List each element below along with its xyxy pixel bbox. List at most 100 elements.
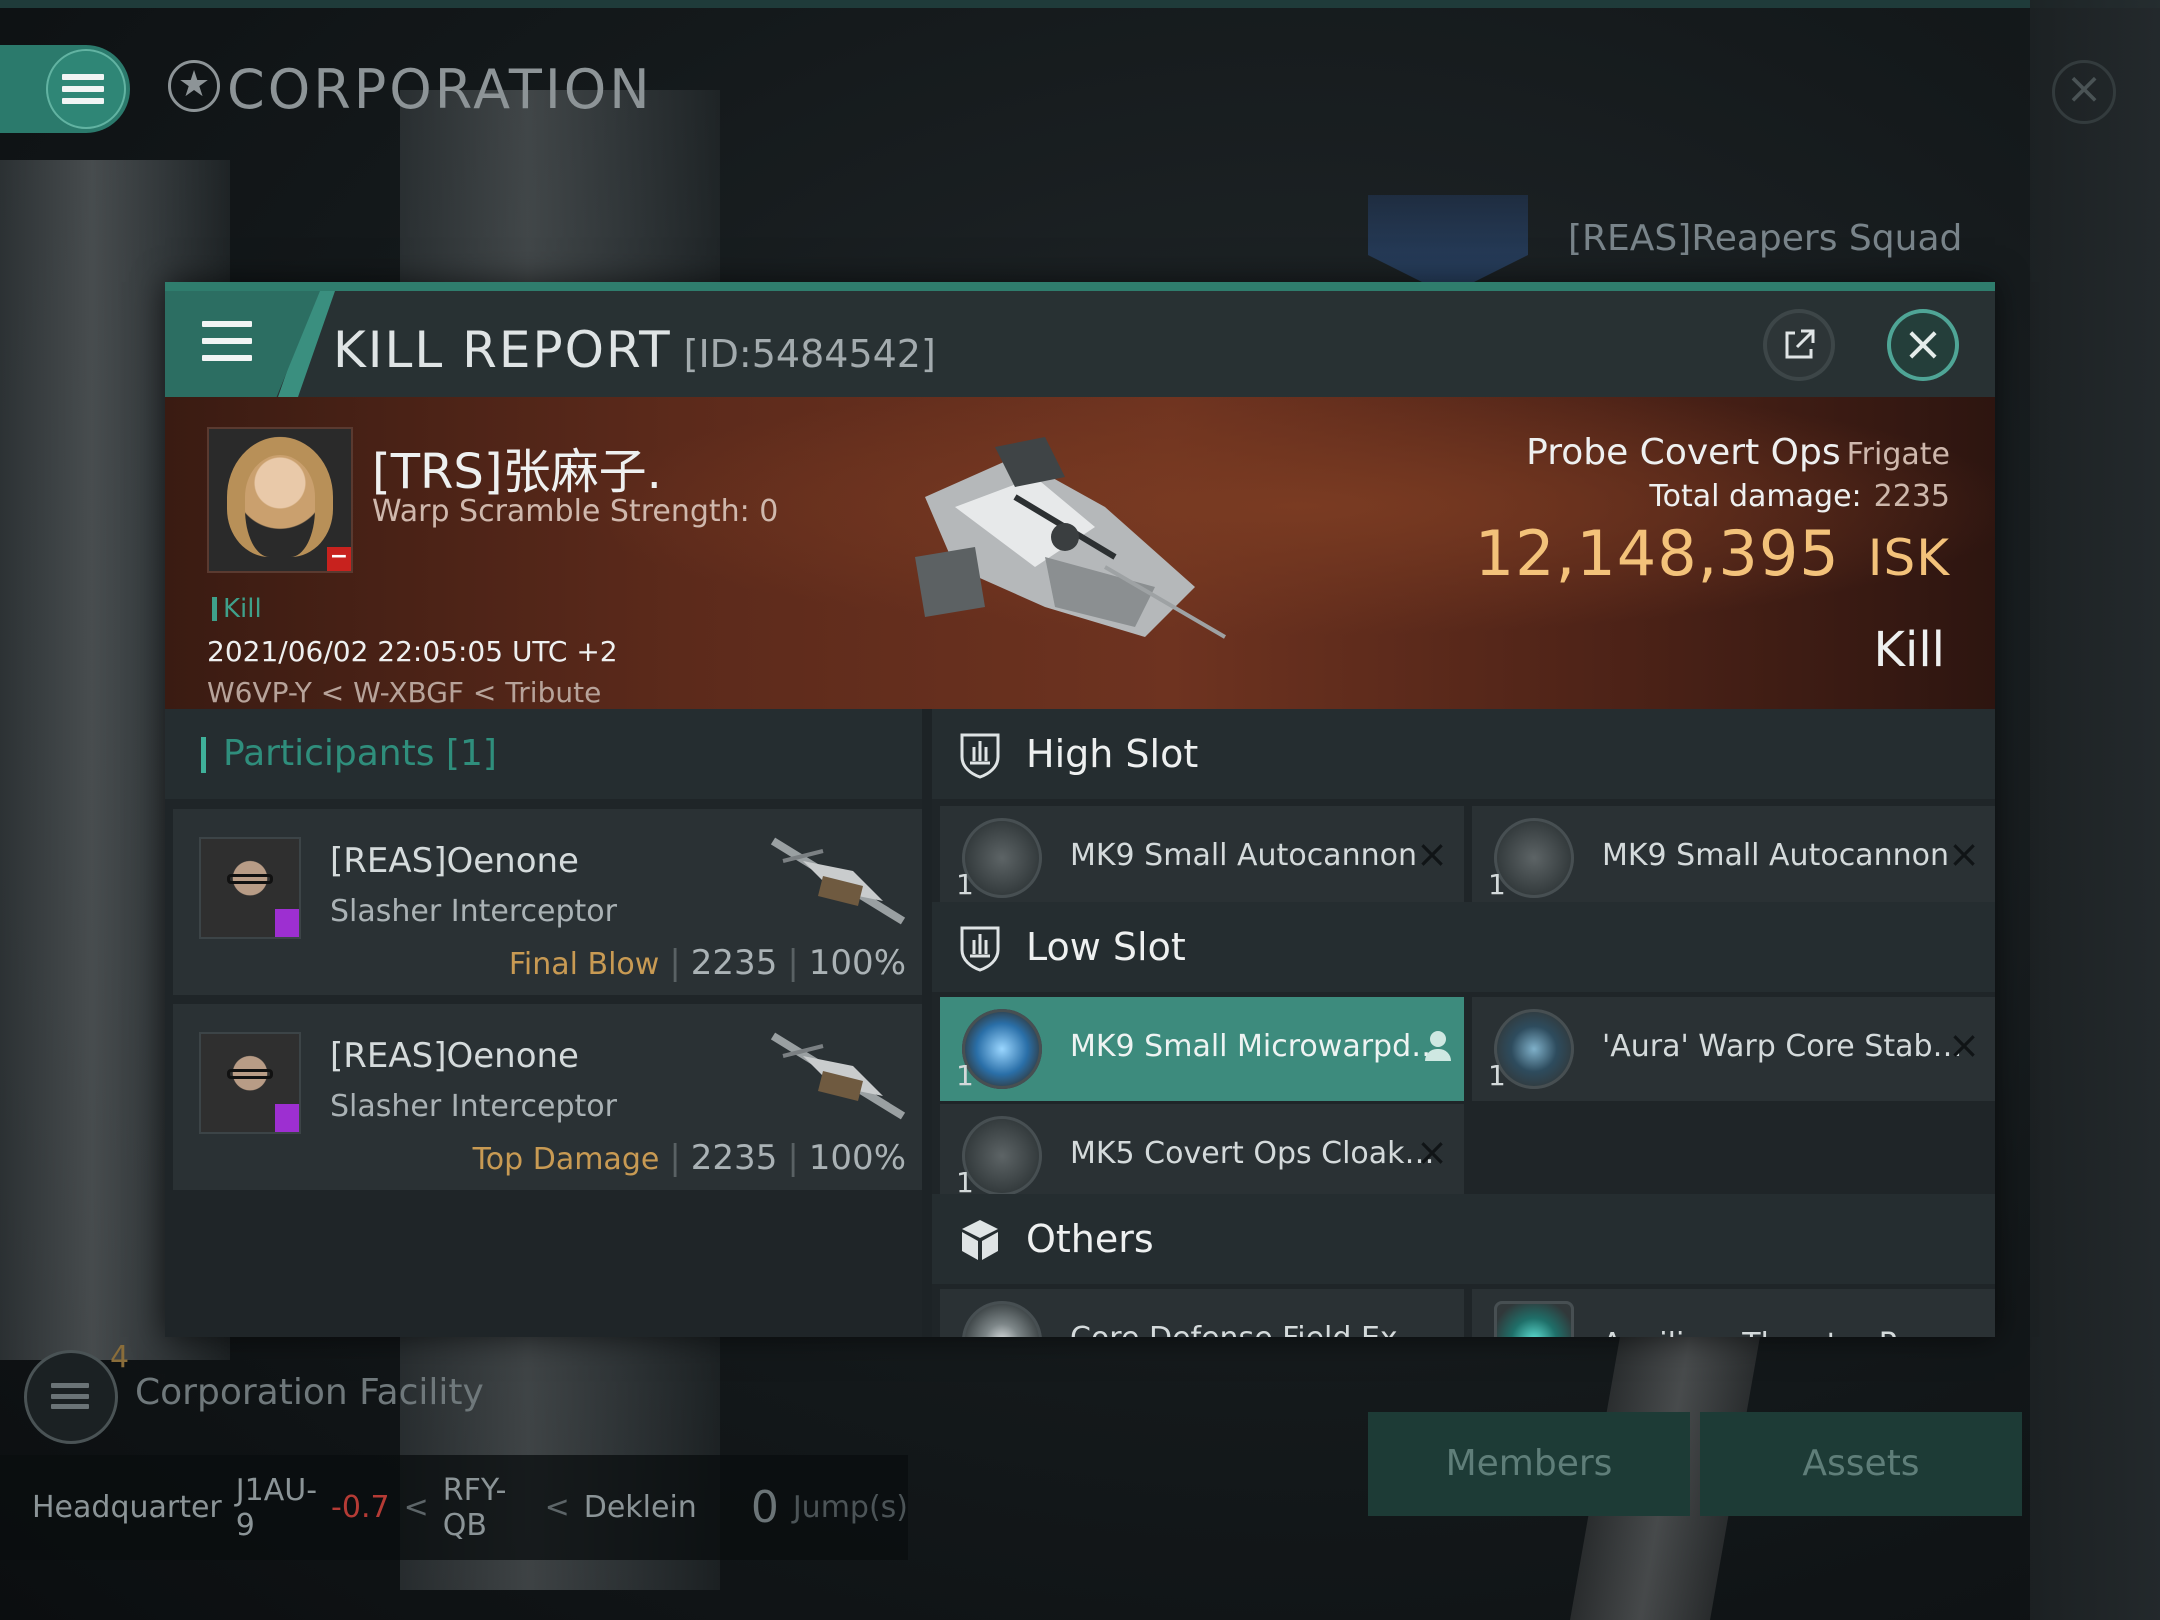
module-slot[interactable]: 1 Auxiliary Thruster Prototype	[1472, 1289, 1995, 1337]
warp-core-stabilizer-icon	[1494, 1009, 1574, 1089]
participant-portrait[interactable]	[199, 837, 301, 939]
module-slot[interactable]: 1 MK9 Small Autocannon ×	[940, 806, 1464, 910]
top-bar	[0, 0, 2160, 8]
hq-constellation: RFY-QB	[442, 1472, 507, 1543]
isk-value: 12,148,395 ISK	[1474, 517, 1950, 590]
kill-result: Kill	[1873, 622, 1945, 678]
module-qty: 1	[1488, 1059, 1506, 1092]
participant-damage: 2235	[690, 943, 778, 983]
module-name: 'Aura' Warp Core Stabilizer	[1602, 1029, 1967, 1064]
participant-percent: 100%	[808, 1138, 906, 1178]
module-slot[interactable]: 1 MK9 Small Autocannon ×	[1472, 806, 1995, 910]
high-slot-header: High Slot	[932, 709, 1995, 799]
destroyed-x-icon: ×	[1948, 832, 1980, 876]
participant-ship: Slasher Interceptor	[330, 894, 617, 929]
module-name: MK9 Small Microwarpdrive	[1070, 1029, 1450, 1064]
participant-row[interactable]: [REAS]Oenone Slasher Interceptor Top Dam…	[173, 1004, 922, 1190]
warp-scramble-strength: Warp Scramble Strength: 0	[372, 494, 779, 529]
victim-portrait[interactable]: −	[207, 427, 353, 573]
module-name: MK9 Small Autocannon	[1070, 838, 1417, 873]
corp-menu-button[interactable]	[0, 45, 130, 133]
hq-jumps-label: Jump(s)	[792, 1490, 908, 1525]
participant-ship-image	[770, 1032, 906, 1120]
kill-location[interactable]: W6VP-Y < W-XBGF < Tribute	[207, 676, 601, 709]
participant-percent: 100%	[808, 943, 906, 983]
destroyed-x-icon: ×	[1416, 1130, 1448, 1174]
autocannon-icon	[962, 818, 1042, 898]
participant-ship: Slasher Interceptor	[330, 1089, 617, 1124]
autocannon-icon	[1494, 818, 1574, 898]
module-qty: 1	[1488, 868, 1506, 901]
ship-image[interactable]	[895, 437, 1235, 667]
high-slot-icon	[960, 733, 1000, 779]
module-qty: 1	[956, 1059, 974, 1092]
destroyed-x-icon: ×	[1416, 832, 1448, 876]
participant-portrait[interactable]	[199, 1032, 301, 1134]
total-damage: Total damage: 2235	[1649, 479, 1950, 514]
module-name: Core Defense Field Extende...	[1070, 1321, 1435, 1337]
low-slot-icon	[960, 926, 1000, 972]
kill-report-id: [ID:5484542]	[683, 332, 936, 376]
others-header: Others	[932, 1194, 1995, 1284]
menu-icon	[62, 74, 104, 104]
participants-panel: Participants [1] [REAS]Oenone Slasher In…	[165, 709, 922, 1337]
share-icon[interactable]	[1763, 309, 1835, 381]
participant-stats: Final Blow | 2235 | 100%	[508, 943, 906, 983]
participant-damage: 2235	[690, 1138, 778, 1178]
participant-ship-image	[770, 837, 906, 925]
participant-name: [REAS]Oenone	[330, 1036, 579, 1076]
module-name: MK9 Small Autocannon	[1602, 838, 1949, 873]
headquarter-bar[interactable]: Headquarter J1AU-9 -0.7 < RFY-QB < Dekle…	[0, 1455, 908, 1560]
right-panel-edge	[2030, 0, 2160, 1620]
hq-system: J1AU-9	[235, 1472, 318, 1543]
kill-tag: Kill	[212, 596, 262, 622]
alliance-name: [REAS]Reapers Squad	[1568, 218, 1963, 259]
destroyed-x-icon: ×	[1948, 1023, 1980, 1067]
separator: <	[403, 1490, 429, 1525]
participants-header: Participants [1]	[165, 709, 922, 799]
microwarpdrive-icon	[962, 1009, 1042, 1089]
participant-role: Final Blow	[508, 947, 660, 982]
module-slot[interactable]: 1 MK5 Covert Ops Cloaking... ×	[940, 1104, 1464, 1208]
page-title: CORPORATION	[227, 58, 653, 121]
hq-jumps: 0	[750, 1482, 779, 1533]
kill-report-window: KILL REPORT [ID:5484542] × − [TRS]张麻子. Wa…	[165, 282, 1995, 1337]
participant-row[interactable]: [REAS]Oenone Slasher Interceptor Final B…	[173, 809, 922, 995]
low-slot-header: Low Slot	[932, 902, 1995, 992]
module-qty: 1	[956, 868, 974, 901]
participant-role: Top Damage	[472, 1142, 660, 1177]
victim-name[interactable]: [TRS]张麻子.	[372, 432, 662, 502]
corp-badge-icon	[275, 909, 299, 937]
facility-count: 4	[110, 1340, 130, 1375]
close-icon[interactable]: ×	[1887, 309, 1959, 381]
separator: <	[544, 1490, 570, 1525]
module-name: Auxiliary Thruster Prototype	[1602, 1327, 1967, 1337]
kill-report-titlebar: KILL REPORT [ID:5484542] ×	[165, 282, 1995, 397]
shield-extender-icon	[962, 1301, 1042, 1337]
menu-icon	[202, 321, 252, 361]
victim-ship-class: Frigate	[1846, 437, 1950, 472]
module-slot[interactable]: 1 'Aura' Warp Core Stabilizer ×	[1472, 997, 1995, 1101]
corp-badge-icon	[275, 1104, 299, 1132]
members-button[interactable]: Members	[1368, 1412, 1690, 1516]
hq-security: -0.7	[331, 1490, 390, 1525]
kill-report-title: KILL REPORT [ID:5484542]	[333, 321, 936, 379]
victim-ship[interactable]: Probe Covert Ops Frigate	[1526, 432, 1950, 473]
corp-close-icon[interactable]: ×	[2052, 60, 2116, 124]
person-icon	[1425, 1031, 1451, 1061]
hostile-badge-icon: −	[327, 546, 351, 571]
facility-label[interactable]: Corporation Facility	[135, 1372, 484, 1413]
fittings-panel: High Slot 1 MK9 Small Autocannon × 1 MK9…	[932, 709, 1995, 1337]
participant-stats: Top Damage | 2235 | 100%	[472, 1138, 906, 1178]
victim-banner: − [TRS]张麻子. Warp Scramble Strength: 0 Ki…	[165, 397, 1995, 709]
facility-menu-button[interactable]	[24, 1350, 118, 1444]
menu-icon	[51, 1383, 89, 1409]
hq-region: Deklein	[583, 1490, 697, 1525]
cube-icon	[962, 1220, 998, 1260]
module-name: MK5 Covert Ops Cloaking...	[1070, 1136, 1435, 1171]
participants-count: [1]	[445, 733, 497, 774]
assets-button[interactable]: Assets	[1700, 1412, 2022, 1516]
thruster-icon	[1494, 1301, 1574, 1337]
module-slot[interactable]: 1 Core Defense Field Extende...	[940, 1289, 1464, 1337]
module-slot-selected[interactable]: 1 MK9 Small Microwarpdrive	[940, 997, 1464, 1101]
